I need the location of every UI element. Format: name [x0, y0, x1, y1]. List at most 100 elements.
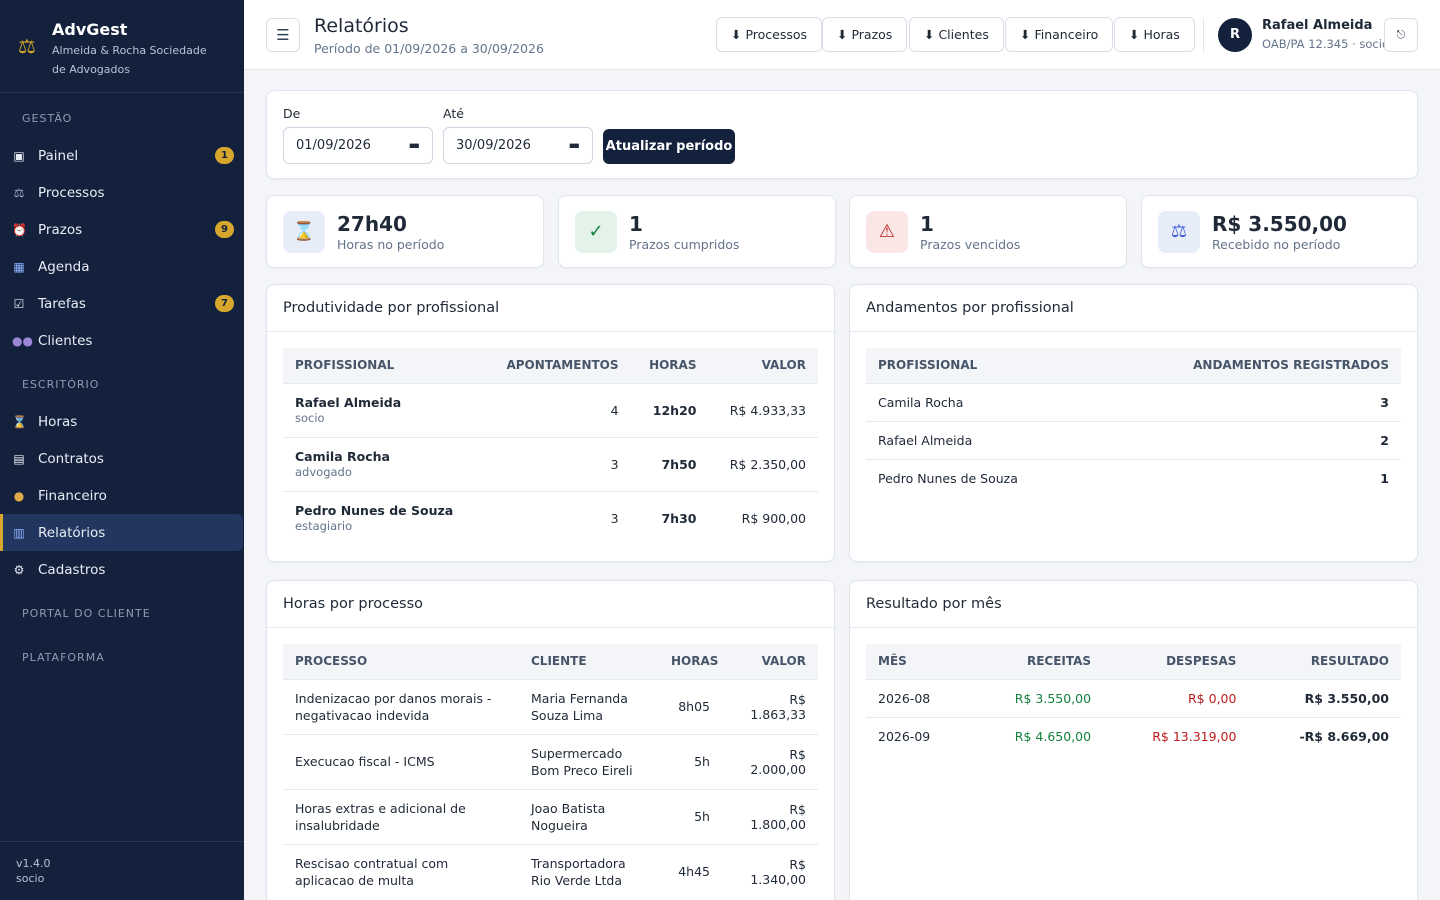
sidebar-item-horas[interactable]: ⌛ Horas	[0, 403, 244, 440]
table-row: Pedro Nunes de Souza estagiario 3 7h30 R$…	[283, 490, 818, 545]
count-badge: 9	[215, 221, 234, 238]
export-processos-button[interactable]: ⬇ Processos	[716, 17, 823, 52]
expense-value: R$ 13.319,00	[1103, 716, 1249, 755]
logout-button[interactable]: ⎋	[1384, 18, 1418, 52]
sidebar-item-cadastros[interactable]: ⚙ Cadastros	[0, 551, 244, 588]
table-row: Pedro Nunes de Souza 1	[866, 458, 1401, 497]
hours-by-case-panel: Horas por processo PROCESSO CLIENTE HORA…	[266, 580, 835, 900]
table-row[interactable]: Horas extras e adicional de insalubridad…	[283, 788, 818, 844]
sidebar-item-clientes[interactable]: ●● Clientes	[0, 322, 244, 359]
sidebar-item-agenda[interactable]: ▦ Agenda	[0, 248, 244, 285]
col-header: HORAS	[671, 654, 719, 669]
sidebar-item-label: Cadastros	[38, 561, 106, 578]
process-name: Indenizacao por danos morais - negativac…	[283, 678, 519, 734]
productivity-table: PROFISSIONAL APONTAMENTOS HORAS VALOR Ra…	[283, 348, 818, 545]
col-header: VALOR	[761, 358, 806, 373]
table-row[interactable]: Rescisao contratual com aplicacao de mul…	[283, 843, 818, 899]
table-row: Camila Rocha advogado 3 7h50 R$ 2.350,00	[283, 436, 818, 491]
sidebar-item-label: Contratos	[38, 450, 104, 467]
col-header: APONTAMENTOS	[506, 358, 619, 373]
sidebar-item-prazos[interactable]: ⏰ Prazos 9	[0, 211, 244, 248]
menu-toggle-button[interactable]: ☰	[266, 18, 300, 52]
amount-value: R$ 1.340,00	[722, 843, 818, 899]
count-badge: 7	[215, 295, 234, 312]
calendar-icon[interactable]: ▬	[409, 128, 420, 163]
from-date-value: 01/09/2026	[296, 138, 371, 153]
professional-name: Rafael Almeida	[866, 420, 1095, 459]
process-name: Execucao fiscal - ICMS	[283, 733, 519, 789]
page-title: Relatórios	[314, 15, 409, 37]
sidebar-item-painel[interactable]: ▣ Painel 1	[0, 137, 244, 174]
table-row: 2026-09 R$ 4.650,00 R$ 13.319,00 -R$ 8.6…	[866, 716, 1401, 755]
calendar-icon[interactable]: ▬	[569, 128, 580, 163]
panel-title: Produtividade por profissional	[267, 285, 834, 332]
amount-value: R$ 1.800,00	[722, 788, 818, 844]
export-financeiro-button[interactable]: ⬇ Financeiro	[1005, 17, 1114, 52]
professional-name: Rafael Almeida	[295, 395, 402, 410]
sidebar-item-label: Horas	[38, 413, 78, 430]
sidebar-item-contratos[interactable]: ▤ Contratos	[0, 440, 244, 477]
professional-role: estagiario	[295, 519, 353, 534]
table-row[interactable]: Indenizacao por danos morais - negativac…	[283, 678, 818, 734]
stat-value: R$ 3.550,00	[1212, 212, 1347, 236]
col-header: MÊS	[878, 654, 907, 669]
brand[interactable]: ⚖ AdvGest Almeida & Rocha Sociedade de A…	[0, 0, 244, 93]
sidebar-item-tarefas[interactable]: ☑ Tarefas 7	[0, 285, 244, 322]
stat-card-deadlines-met: ✓ 1 Prazos cumpridos	[558, 195, 836, 268]
entries-count: 3	[481, 436, 631, 491]
income-value: R$ 4.650,00	[968, 716, 1104, 755]
client-name: Transportadora Rio Verde Ltda	[519, 843, 659, 899]
andamentos-count: 2	[1094, 420, 1401, 459]
panel-title: Horas por processo	[267, 581, 834, 628]
col-header: RECEITAS	[1026, 654, 1092, 669]
to-date-input[interactable]: 30/09/2026 ▬	[443, 127, 593, 164]
client-name: Maria Fernanda Souza Lima	[519, 678, 659, 734]
entries-count: 3	[481, 490, 631, 545]
sidebar-item-label: Prazos	[38, 221, 83, 238]
count-badge: 1	[215, 147, 234, 164]
nav-section-portal[interactable]: PORTAL DO CLIENTE	[0, 588, 244, 632]
export-horas-button[interactable]: ⬇ Horas	[1114, 17, 1195, 52]
process-name: Rescisao contratual com aplicacao de mul…	[283, 843, 519, 899]
col-header: DESPESAS	[1166, 654, 1237, 669]
export-clientes-button[interactable]: ⬇ Clientes	[909, 17, 1004, 52]
avatar[interactable]: R	[1218, 18, 1252, 52]
stat-label: Recebido no período	[1212, 237, 1341, 252]
stat-card-deadlines-overdue: ⚠ 1 Prazos vencidos	[849, 195, 1127, 268]
stat-card-hours: ⌛ 27h40 Horas no período	[266, 195, 544, 268]
col-header: HORAS	[649, 358, 697, 373]
scales-icon: ⚖	[1158, 211, 1200, 253]
hours-value: 12h20	[630, 382, 709, 437]
document-icon: ▤	[13, 451, 25, 466]
stat-value: 1	[920, 212, 934, 236]
nav-section-plataforma[interactable]: PLATAFORMA	[0, 632, 244, 676]
calendar-icon: ▦	[13, 259, 25, 274]
sidebar-item-label: Relatórios	[38, 524, 106, 541]
from-label: De	[283, 106, 301, 121]
professional-name: Pedro Nunes de Souza	[295, 503, 454, 519]
hours-value: 8h05	[659, 678, 722, 734]
table-row: Rafael Almeida socio 4 12h20 R$ 4.933,33	[283, 382, 818, 437]
hours-value: 4h45	[659, 843, 722, 899]
col-header: VALOR	[761, 654, 806, 669]
from-date-input[interactable]: 01/09/2026 ▬	[283, 127, 433, 164]
sidebar-item-label: Processos	[38, 184, 105, 201]
sidebar-item-relatorios[interactable]: ▥ Relatórios	[0, 514, 243, 551]
sidebar-item-financeiro[interactable]: ● Financeiro	[0, 477, 244, 514]
to-label: Até	[443, 106, 464, 121]
expense-value: R$ 0,00	[1103, 678, 1249, 717]
alarm-clock-icon: ⏰	[12, 222, 27, 237]
sidebar-item-label: Tarefas	[38, 295, 86, 312]
client-name: Supermercado Bom Preco Eireli	[519, 733, 659, 789]
stat-card-received: ⚖ R$ 3.550,00 Recebido no período	[1141, 195, 1418, 268]
export-prazos-button[interactable]: ⬇ Prazos	[822, 17, 908, 52]
table-row[interactable]: Execucao fiscal - ICMS Supermercado Bom …	[283, 733, 818, 789]
user-role-label: socio	[16, 872, 45, 885]
col-header: PROCESSO	[295, 654, 368, 669]
sidebar-item-processos[interactable]: ⚖ Processos	[0, 174, 244, 211]
entries-count: 4	[481, 382, 631, 437]
monthly-results-panel: Resultado por mês MÊS RECEITAS DESPESAS …	[849, 580, 1418, 900]
productivity-panel: Produtividade por profissional PROFISSIO…	[266, 284, 835, 562]
update-period-button[interactable]: Atualizar período	[603, 129, 735, 164]
professional-name: Camila Rocha	[866, 382, 1095, 421]
